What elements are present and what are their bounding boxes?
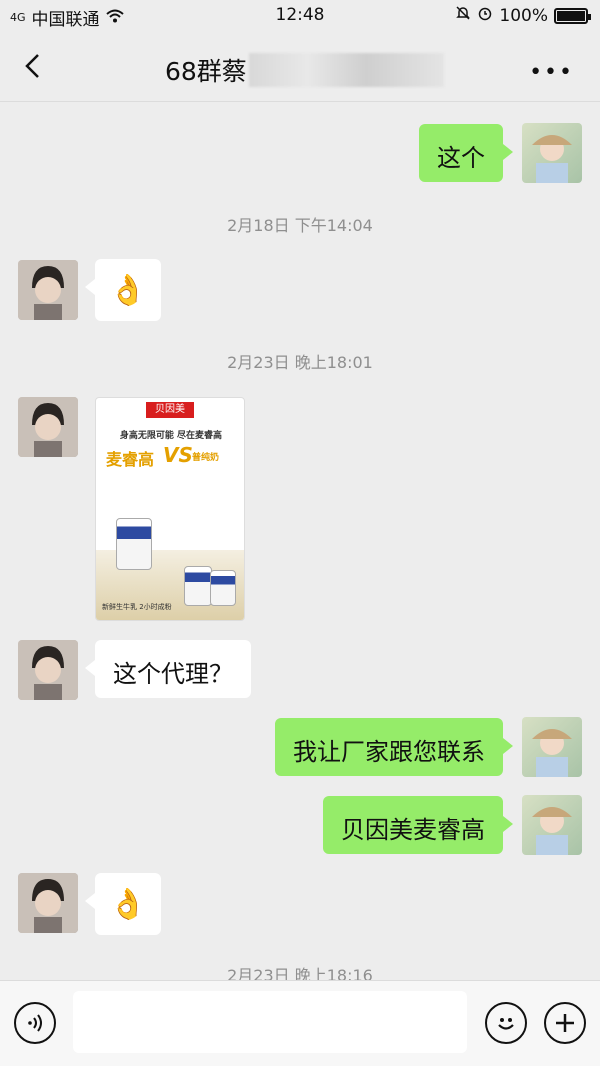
- message-timestamp: 2月23日 晚上18:01: [227, 353, 373, 372]
- input-bar: [0, 980, 600, 1066]
- redacted-name-blur: [248, 53, 444, 87]
- message-bubble[interactable]: 这个: [419, 124, 513, 182]
- milk-can-image: [116, 518, 152, 570]
- product-vs: VS: [163, 443, 193, 467]
- ok-hand-icon: 👌: [109, 886, 147, 922]
- message-bubble[interactable]: 贝因美麦睿高: [323, 796, 513, 854]
- product-slogan: 身高无限可能 尽在麦睿高: [119, 431, 223, 441]
- product-brand-label: 贝因美: [146, 402, 194, 418]
- battery-icon: [554, 7, 591, 24]
- image-message[interactable]: 贝因美 身高无限可能 尽在麦睿高 麦睿高 VS 普纯奶 新鲜生牛乳 2小时成粉: [95, 397, 245, 621]
- more-horizontal-icon[interactable]: •••: [529, 60, 574, 85]
- avatar[interactable]: [522, 717, 582, 777]
- status-bar: 4G 中国联通 12:48 100%: [0, 0, 600, 32]
- emoji-icon[interactable]: [485, 1002, 527, 1044]
- mute-icon: [455, 5, 471, 26]
- ok-hand-icon: 👌: [109, 272, 147, 308]
- voice-icon[interactable]: [14, 1002, 56, 1044]
- milk-can-image: [184, 566, 212, 606]
- emoji-message[interactable]: 👌: [85, 259, 161, 321]
- chat-header: 68群蔡 •••: [0, 32, 600, 102]
- product-title: 麦睿高: [106, 450, 155, 469]
- message-bubble[interactable]: 我让厂家跟您联系: [275, 718, 513, 776]
- avatar[interactable]: [522, 795, 582, 855]
- message-bubble[interactable]: 这个代理？: [85, 640, 251, 698]
- chat-title: 68群蔡: [165, 52, 444, 88]
- chevron-left-icon[interactable]: [20, 52, 48, 80]
- avatar[interactable]: [18, 640, 78, 700]
- battery-percent: 100%: [499, 5, 548, 26]
- message-input[interactable]: [73, 991, 467, 1053]
- avatar[interactable]: [18, 260, 78, 320]
- message-timestamp: 2月18日 下午14:04: [227, 216, 373, 235]
- chat-title-text: 68群蔡: [165, 57, 247, 86]
- avatar[interactable]: [18, 397, 78, 457]
- plus-icon[interactable]: [544, 1002, 586, 1044]
- avatar[interactable]: [522, 123, 582, 183]
- product-footer: 新鲜生牛乳 2小时成粉: [102, 603, 172, 611]
- emoji-message[interactable]: 👌: [85, 873, 161, 935]
- avatar[interactable]: [18, 873, 78, 933]
- milk-can-image: [210, 570, 236, 606]
- product-subtitle: 普纯奶: [192, 453, 220, 463]
- alarm-icon: [477, 5, 493, 26]
